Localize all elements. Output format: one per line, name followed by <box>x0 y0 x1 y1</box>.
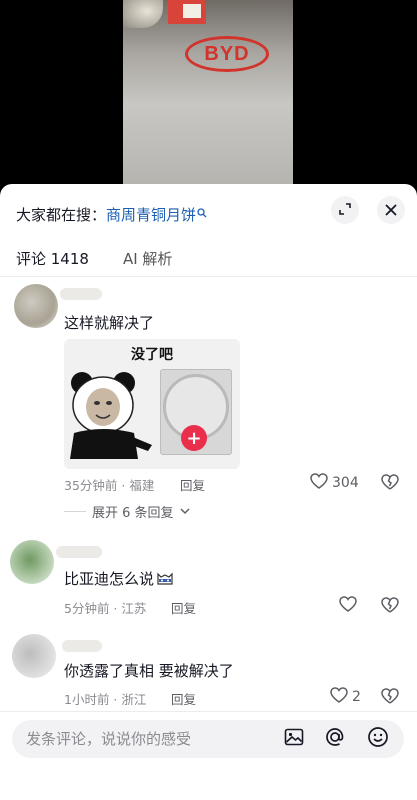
at-icon <box>324 726 346 752</box>
username-blurred <box>60 288 102 300</box>
heart-icon <box>330 687 348 707</box>
image-button[interactable] <box>282 727 306 751</box>
trending-search-prefix: 大家都在搜： <box>16 205 107 224</box>
comment-time-location: 35分钟前 · 福建 <box>64 478 155 493</box>
comment-text: 比亚迪怎么说 <box>64 568 174 589</box>
reply-button[interactable]: 回复 <box>171 598 196 617</box>
broken-heart-icon <box>381 688 399 708</box>
emoji-icon <box>367 726 389 752</box>
comment-input-bar <box>12 720 404 758</box>
input-divider <box>0 711 417 712</box>
trending-search-term[interactable]: 商周青铜月饼 <box>106 204 196 225</box>
like-button[interactable]: 304 <box>310 473 359 493</box>
emoji-button[interactable] <box>366 727 390 751</box>
avatar[interactable] <box>12 634 56 678</box>
tab-ai-analysis[interactable]: AI 解析 <box>123 248 172 269</box>
plate-object <box>123 0 163 28</box>
video-frame[interactable]: BYD <box>123 0 293 190</box>
box-label <box>183 4 201 18</box>
trending-search[interactable]: 大家都在搜： 商周青铜月饼 <box>16 202 207 226</box>
divider-line <box>64 511 86 512</box>
broken-heart-icon <box>381 474 399 494</box>
image-icon <box>284 727 304 751</box>
dislike-button[interactable] <box>381 597 399 617</box>
like-button[interactable] <box>339 596 357 616</box>
comment-input[interactable] <box>26 720 266 758</box>
tabs-divider <box>0 276 417 277</box>
mention-button[interactable] <box>323 727 347 751</box>
like-count: 304 <box>332 475 359 491</box>
expand-button[interactable] <box>331 196 359 224</box>
like-button[interactable]: 2 <box>330 687 361 707</box>
avatar[interactable] <box>10 540 54 584</box>
heart-icon <box>339 596 357 616</box>
like-count: 2 <box>352 689 361 705</box>
reply-button[interactable]: 回复 <box>171 689 196 708</box>
comment-time-location: 5分钟前 · 江苏 <box>64 601 147 616</box>
comment-time-location: 1小时前 · 浙江 <box>64 692 147 707</box>
expand-replies-label: 展开 6 条回复 <box>92 506 174 521</box>
panda-meme-icon <box>68 369 152 459</box>
dislike-button[interactable] <box>381 688 399 708</box>
comment-sheet: 大家都在搜： 商周青铜月饼 评论 1418 AI 解析 这样就解决了 没了吧 +… <box>0 184 417 800</box>
comment-tabs: 评论 1418 AI 解析 <box>16 248 172 269</box>
username-blurred <box>56 546 102 558</box>
dislike-button[interactable] <box>381 474 399 494</box>
username-blurred <box>62 640 102 652</box>
close-icon <box>385 201 397 220</box>
sticker-caption: 没了吧 <box>131 347 173 363</box>
avatar[interactable] <box>14 284 58 328</box>
heart-icon <box>310 473 328 493</box>
comment-sticker-image[interactable]: 没了吧 + <box>64 339 240 469</box>
comment-text: 这样就解决了 <box>64 314 155 332</box>
phone-screenshot: + <box>160 369 232 455</box>
cat-emoji-icon <box>156 570 174 586</box>
chevron-down-icon <box>180 504 190 519</box>
close-button[interactable] <box>377 196 405 224</box>
byd-logo: BYD <box>185 36 269 72</box>
reply-button[interactable]: 回复 <box>180 475 205 494</box>
broken-heart-icon <box>381 597 399 617</box>
comment-text-content: 比亚迪怎么说 <box>64 570 155 588</box>
search-icon <box>197 207 207 221</box>
video-player[interactable]: BYD <box>0 0 417 190</box>
expand-replies-button[interactable]: 展开 6 条回复 <box>64 502 190 521</box>
tab-comments[interactable]: 评论 1418 <box>16 248 89 269</box>
plus-icon: + <box>181 425 207 451</box>
expand-icon <box>338 201 352 220</box>
comment-text: 你透露了真相 要被解决了 <box>64 662 234 680</box>
